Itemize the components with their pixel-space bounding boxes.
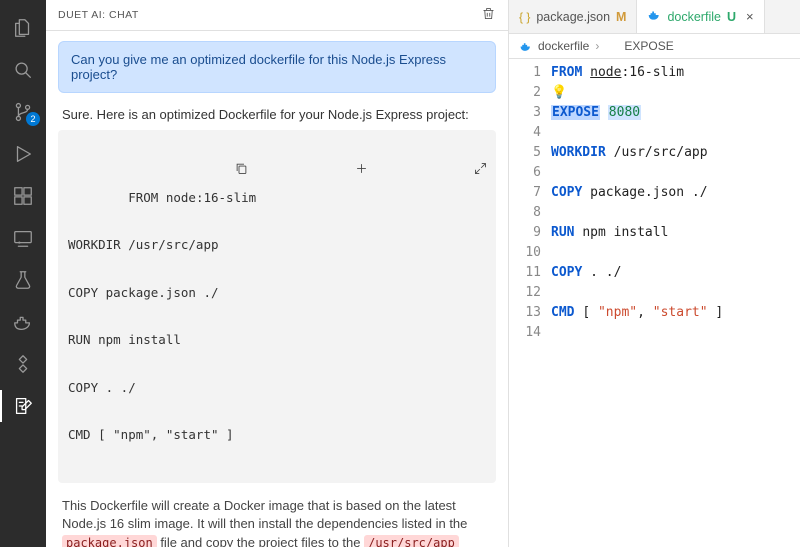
code-editor[interactable]: 1234567891011121314 FROM node:16-slim 💡 … (509, 59, 800, 547)
editor-tabs: { } package.json M dockerfile U × (509, 0, 800, 34)
inline-code-package-json: package.json (62, 535, 157, 547)
copy-icon (234, 161, 249, 176)
code-line-12 (551, 283, 800, 303)
line-gutter: 1234567891011121314 (509, 63, 551, 547)
code-line-13: CMD [ "npm", "start" ] (551, 303, 800, 323)
tab-package-json[interactable]: { } package.json M (509, 0, 637, 33)
code-toolbar (144, 136, 488, 207)
diamond-icon (12, 353, 34, 375)
activity-testing[interactable] (0, 260, 46, 300)
activity-docker[interactable] (0, 302, 46, 342)
tab-dockerfile[interactable]: dockerfile U × (637, 0, 764, 33)
code-line-1: FROM node:16-slim (551, 63, 800, 83)
activity-scm[interactable]: 2 (0, 92, 46, 132)
code-line-10 (551, 243, 800, 263)
search-icon (12, 59, 34, 81)
user-message-bubble: Can you give me an optimized dockerfile … (58, 41, 496, 93)
docker-icon (647, 8, 661, 25)
chat-header: DUET AI: CHAT (46, 0, 508, 31)
code-line-9: RUN npm install (551, 223, 800, 243)
tab-docker-status: U (727, 10, 736, 24)
breadcrumb-symbol: EXPOSE (624, 39, 673, 53)
breadcrumb-file: dockerfile (538, 39, 589, 53)
chat-clear-button[interactable] (481, 6, 496, 24)
plus-icon (354, 161, 369, 176)
code-line-8 (551, 203, 800, 223)
code-line-6 (551, 163, 800, 183)
note-pencil-icon (12, 395, 34, 417)
code-lines: FROM node:16-slim 💡 EXPOSE 8080 WORKDIR … (551, 63, 800, 547)
code-line-2: 💡 (551, 83, 800, 103)
activity-bar: 2 (0, 0, 46, 547)
docker-icon (519, 40, 532, 53)
explain-para-1: This Dockerfile will create a Docker ima… (62, 497, 492, 547)
assistant-explanation: This Dockerfile will create a Docker ima… (58, 497, 496, 547)
tab-package-status: M (616, 10, 626, 24)
expand-icon (473, 161, 488, 176)
code-line-5: WORKDIR /usr/src/app (551, 143, 800, 163)
tab-package-label: package.json (536, 10, 610, 24)
activity-debug[interactable] (0, 134, 46, 174)
assistant-intro: Sure. Here is an optimized Dockerfile fo… (62, 107, 492, 122)
scm-badge: 2 (26, 112, 40, 126)
code-line-11: COPY . ./ (551, 263, 800, 283)
activity-api[interactable] (0, 344, 46, 384)
user-message-text: Can you give me an optimized dockerfile … (71, 52, 446, 82)
activity-remote[interactable] (0, 218, 46, 258)
tab-docker-label: dockerfile (667, 10, 721, 24)
code-line-3: EXPOSE 8080 (551, 103, 800, 123)
whale-icon (12, 311, 34, 333)
beaker-icon (12, 269, 34, 291)
code-line-7: COPY package.json ./ (551, 183, 800, 203)
remote-icon (12, 227, 34, 249)
trash-icon (481, 6, 496, 21)
lightbulb-icon[interactable]: 💡 (551, 85, 567, 100)
activity-search[interactable] (0, 50, 46, 90)
files-icon (12, 17, 34, 39)
chat-scroll[interactable]: Can you give me an optimized dockerfile … (46, 31, 508, 547)
assistant-code-block: FROM node:16-slim WORKDIR /usr/src/app C… (58, 130, 496, 483)
chevron-right-icon: › (595, 39, 599, 53)
tab-docker-close[interactable]: × (746, 9, 754, 24)
inline-code-usr-src-app: /usr/src/app (364, 535, 459, 547)
play-bug-icon (12, 143, 34, 165)
code-line-14 (551, 323, 800, 343)
breadcrumb[interactable]: dockerfile › EXPOSE (509, 34, 800, 59)
code-line-4 (551, 123, 800, 143)
json-icon: { } (519, 10, 530, 24)
chat-title: DUET AI: CHAT (58, 9, 139, 21)
activity-duet-chat[interactable] (0, 386, 46, 426)
activity-extensions[interactable] (0, 176, 46, 216)
cube-icon (605, 40, 618, 53)
chat-panel: DUET AI: CHAT Can you give me an optimiz… (46, 0, 509, 547)
app-root: 2 DUET AI: CHAT (0, 0, 800, 547)
activity-explorer[interactable] (0, 8, 46, 48)
copy-code-button[interactable] (144, 136, 249, 207)
extensions-icon (12, 185, 34, 207)
assistant-code-text: FROM node:16-slim WORKDIR /usr/src/app C… (68, 190, 256, 443)
editor-pane: { } package.json M dockerfile U × docker… (509, 0, 800, 547)
insert-code-button[interactable] (263, 136, 368, 207)
expand-code-button[interactable] (383, 136, 488, 207)
